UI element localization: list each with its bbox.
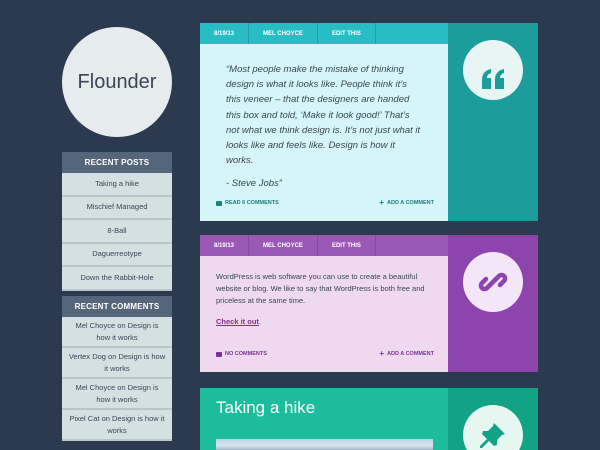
recent-comment-link[interactable]: Vertex Dog on Design is how it works [62,348,172,379]
pushpin-icon-glyph [480,423,505,448]
post-content: 8/19/13 MEL CHOYCE EDIT THIS WordPress i… [200,235,448,372]
post-author-link[interactable]: MEL CHOYCE [249,235,318,256]
featured-image[interactable] [216,439,433,450]
plus-icon: + [379,349,385,358]
post-format-panel [448,235,538,372]
comments-link-label[interactable]: NO COMMENTS [225,351,267,357]
recent-comments-list: Mel Choyce on Design is how it works Ver… [62,317,172,441]
link-icon[interactable] [463,252,523,312]
comments-link[interactable]: READ 6 COMMENTS [216,199,279,207]
post-title[interactable]: Taking a hike [200,388,448,418]
site-title[interactable]: Flounder [78,71,157,94]
post-footer: NO COMMENTS + ADD A COMMENT [216,350,434,358]
recent-posts-widget: RECENT POSTS Taking a hike Mischief Mana… [62,152,172,291]
post-meta-bar: 8/19/13 MEL CHOYCE EDIT THIS [200,235,448,256]
quote-author: - Steve Jobs” [226,178,282,190]
site-logo[interactable]: Flounder [62,27,172,137]
quote-icon-glyph [482,69,504,89]
recent-comments-widget: RECENT COMMENTS Mel Choyce on Design is … [62,296,172,441]
post-format-panel [448,388,538,450]
plus-icon: + [379,198,385,207]
recent-post-link[interactable]: 8-Ball [62,220,172,244]
post-body: WordPress is web software you can use to… [200,256,448,372]
edit-post-link[interactable]: EDIT THIS [318,23,376,44]
post-format-panel [448,23,538,221]
comment-bubble-icon [216,351,222,357]
check-it-out-link[interactable]: Check it out [216,317,259,326]
comments-link[interactable]: NO COMMENTS [216,350,267,358]
recent-post-link[interactable]: Down the Rabbit-Hole [62,267,172,291]
recent-post-link[interactable]: Mischief Managed [62,196,172,220]
post-content: 8/19/13 MEL CHOYCE EDIT THIS “Most peopl… [200,23,448,221]
add-comment-label[interactable]: ADD A COMMENT [387,351,434,357]
recent-comment-link[interactable]: Pixel Cat on Design is how it works [62,410,172,441]
recent-comment-link[interactable]: Mel Choyce on Design is how it works [62,317,172,348]
add-comment-link[interactable]: + ADD A COMMENT [379,199,434,207]
quote-text: “Most people make the mistake of thinkin… [226,64,421,167]
add-comment-label[interactable]: ADD A COMMENT [387,200,434,206]
comment-bubble-icon [216,200,222,206]
link-icon-glyph [478,272,508,292]
post-meta-bar: 8/19/13 MEL CHOYCE EDIT THIS [200,23,448,44]
add-comment-link[interactable]: + ADD A COMMENT [379,350,434,358]
post-date-link[interactable]: 8/19/13 [200,235,250,256]
recent-posts-title: RECENT POSTS [62,152,172,173]
post-footer: READ 6 COMMENTS + ADD A COMMENT [216,199,434,207]
check-it-out-label[interactable]: Check it out [216,317,259,326]
pushpin-icon[interactable] [463,405,523,450]
recent-comments-title: RECENT COMMENTS [62,296,172,317]
post-author-link[interactable]: MEL CHOYCE [249,23,318,44]
standard-post: Taking a hike [200,388,538,450]
recent-post-link[interactable]: Taking a hike [62,173,172,197]
quote-icon[interactable] [463,40,523,100]
recent-comment-link[interactable]: Mel Choyce on Design is how it works [62,379,172,410]
post-content: Taking a hike [200,388,448,450]
quote-post: 8/19/13 MEL CHOYCE EDIT THIS “Most peopl… [200,23,538,221]
comments-link-label[interactable]: READ 6 COMMENTS [225,200,279,206]
post-excerpt: WordPress is web software you can use to… [216,272,425,305]
link-suffix: . [258,317,262,326]
post-body: “Most people make the mistake of thinkin… [200,44,448,221]
post-date-link[interactable]: 8/19/13 [200,23,250,44]
recent-posts-list: Taking a hike Mischief Managed 8-Ball Da… [62,173,172,291]
link-post: 8/19/13 MEL CHOYCE EDIT THIS WordPress i… [200,235,538,372]
edit-post-link[interactable]: EDIT THIS [318,235,376,256]
recent-post-link[interactable]: Daguerreotype [62,243,172,267]
